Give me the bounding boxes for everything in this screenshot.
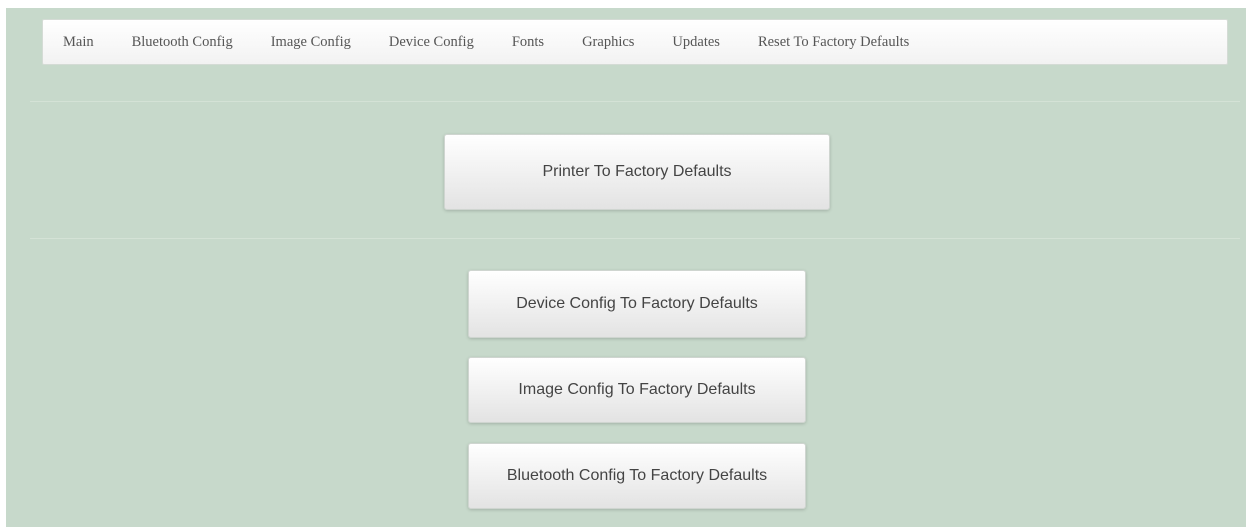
nav-item-updates[interactable]: Updates	[672, 34, 720, 51]
printer-factory-reset-button[interactable]: Printer To Factory Defaults	[444, 134, 830, 210]
section-divider	[30, 101, 1240, 102]
bluetooth-config-factory-reset-button[interactable]: Bluetooth Config To Factory Defaults	[468, 443, 806, 509]
nav-item-fonts[interactable]: Fonts	[512, 34, 544, 51]
nav-item-reset-to-factory-defaults[interactable]: Reset To Factory Defaults	[758, 34, 909, 51]
section-divider	[30, 238, 1240, 239]
page-background: Main Bluetooth Config Image Config Devic…	[6, 8, 1246, 527]
nav-item-main[interactable]: Main	[63, 34, 94, 51]
image-config-factory-reset-button[interactable]: Image Config To Factory Defaults	[468, 357, 806, 423]
device-config-factory-reset-button[interactable]: Device Config To Factory Defaults	[468, 270, 806, 338]
nav-item-device-config[interactable]: Device Config	[389, 34, 474, 51]
nav-item-bluetooth-config[interactable]: Bluetooth Config	[132, 34, 233, 51]
nav-item-image-config[interactable]: Image Config	[271, 34, 351, 51]
nav-item-graphics[interactable]: Graphics	[582, 34, 634, 51]
top-navbar: Main Bluetooth Config Image Config Devic…	[42, 19, 1228, 65]
